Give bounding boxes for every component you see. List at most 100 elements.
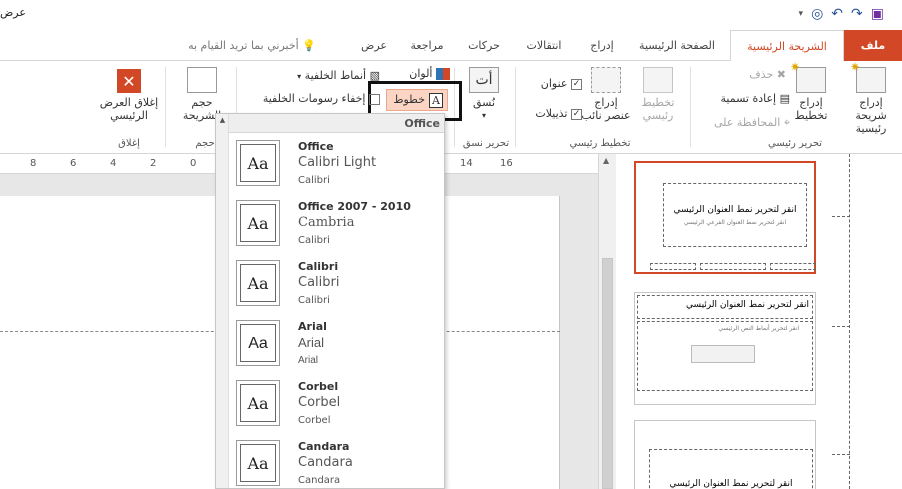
dropdown-scrollbar[interactable]: ▲ — [216, 114, 229, 488]
ruler-label: 14 — [460, 158, 473, 169]
group-label-edit-theme: تحرير نسق — [462, 138, 510, 149]
save-icon[interactable]: ▣ — [871, 5, 884, 23]
font-preview: Aa — [236, 260, 280, 306]
pin-icon: ⌖ — [780, 116, 790, 129]
heading-font: Calibri — [298, 275, 340, 290]
background-styles-label: أنماط الخلفية — [304, 69, 367, 82]
heading-font: Candara — [298, 455, 353, 470]
ruler-label: 8 — [30, 158, 37, 169]
preserve-button[interactable]: ⌖ المحافظة على — [694, 116, 790, 130]
fonts-dropdown[interactable]: ▲ Office Aa Office Calibri Light Calibri… — [215, 113, 445, 489]
tab-insert[interactable]: إدراج — [577, 30, 627, 61]
tab-home[interactable]: الصفحة الرئيسية — [627, 30, 727, 61]
font-set-name: Office 2007 - 2010 — [298, 200, 411, 213]
close-master-view-button[interactable]: ✕ إغلاق العرض الرئيسي — [96, 69, 162, 122]
heading-font: Cambria — [298, 215, 355, 230]
tell-me-text: أخبرني بما تريد القيام به — [188, 39, 299, 52]
body-font: Arial — [298, 355, 319, 366]
thumbnail-layout-2[interactable]: انقر لتحرير نمط العنوان الرئيسي — [634, 420, 816, 489]
font-preview: Aa — [236, 320, 280, 366]
thumbnail-footer-box — [650, 263, 696, 270]
body-font: Calibri — [298, 295, 330, 306]
close-master-view-label: إغلاق العرض الرئيسي — [99, 96, 159, 122]
tab-transitions[interactable]: انتقالات — [511, 30, 577, 61]
title-checkbox[interactable]: ✓ عنوان — [530, 77, 582, 90]
connector-tick — [832, 326, 850, 327]
scrollbar-thumb[interactable] — [602, 258, 613, 489]
body-font: Calibri — [298, 175, 330, 186]
lightbulb-icon: 💡 — [298, 39, 316, 52]
master-layout-button[interactable]: تخطيط رئيسي — [636, 67, 680, 122]
slideshow-icon[interactable]: ◎ — [811, 5, 823, 23]
content-icons — [691, 345, 755, 363]
font-preview-text: Aa — [240, 324, 276, 362]
insert-slide-master-button[interactable]: إدراج شريحة رئيسية — [842, 61, 900, 135]
rename-label: إعادة تسمية — [720, 92, 777, 105]
body-font: Calibri — [298, 235, 330, 246]
heading-font: Arial — [298, 335, 325, 350]
font-preview: Aa — [236, 440, 280, 486]
font-set-name: Calibri — [298, 260, 339, 273]
chevron-down-icon: ▾ — [481, 111, 486, 120]
redo-icon[interactable]: ↷ — [851, 5, 863, 23]
font-option-arial[interactable]: Aa Arial Arial Arial — [236, 320, 441, 380]
themes-label: نُسق — [472, 96, 496, 109]
font-preview: Aa — [236, 380, 280, 426]
themes-button[interactable]: أت نُسق ▾ — [466, 67, 502, 122]
hide-background-graphics-checkbox[interactable]: إخفاء رسومات الخلفية — [246, 92, 380, 105]
thumbnail-footer-box — [770, 263, 816, 270]
connector-line — [849, 154, 850, 489]
footers-checkbox-label: تذييلات — [535, 107, 568, 120]
group-separator — [690, 67, 691, 147]
customize-qat-icon[interactable]: ▾ — [799, 5, 804, 23]
background-styles-button[interactable]: ▧ أنماط الخلفية ▾ — [270, 69, 380, 82]
background-styles-icon: ▧ — [366, 69, 380, 82]
insert-layout-button[interactable]: إدراج تخطيط — [790, 61, 832, 122]
font-set-name: Arial — [298, 320, 327, 333]
footers-checkbox[interactable]: ✓ تذييلات — [522, 107, 582, 120]
tab-animations[interactable]: حركات — [457, 30, 511, 61]
insert-placeholder-button[interactable]: إدراج عنصر نائب — [580, 67, 632, 122]
body-font: Candara — [298, 475, 341, 486]
ruler-label: 4 — [110, 158, 117, 169]
thumbnail-footer-box — [700, 263, 766, 270]
thumbnail-layout-1[interactable]: انقر لتحرير نمط العنوان الرئيسي انقر لتح… — [634, 292, 816, 405]
delete-button[interactable]: ✖ حذف — [740, 68, 786, 81]
slide-size-icon — [187, 67, 217, 93]
font-option-candara[interactable]: Aa Candara Candara Candara — [236, 440, 441, 488]
window-title: عرض — [0, 6, 26, 19]
undo-icon[interactable]: ↶ — [831, 5, 843, 23]
tell-me-box[interactable]: 💡 أخبرني بما تريد القيام به — [157, 30, 347, 61]
slide-master-icon — [850, 61, 886, 93]
quick-access-toolbar: ▣ ↷ ↶ ◎ ▾ — [799, 5, 884, 23]
font-option-calibri[interactable]: Aa Calibri Calibri Calibri — [236, 260, 441, 320]
tab-view[interactable]: عرض — [351, 30, 397, 61]
placeholder-icon — [591, 67, 621, 93]
master-layout-label: تخطيط رئيسي — [641, 96, 675, 122]
scroll-up-icon[interactable]: ▲ — [603, 156, 609, 165]
scroll-up-icon[interactable]: ▲ — [218, 116, 227, 125]
font-option-office-2007[interactable]: Aa Office 2007 - 2010 Cambria Calibri — [236, 200, 441, 260]
tab-slide-master[interactable]: الشريحة الرئيسية — [730, 30, 844, 62]
font-set-name: Corbel — [298, 380, 339, 393]
thumbnail-title-box — [663, 183, 807, 247]
font-option-office[interactable]: Aa Office Calibri Light Calibri — [236, 140, 441, 200]
font-option-corbel[interactable]: Aa Corbel Corbel Corbel — [236, 380, 441, 440]
group-separator — [515, 67, 516, 147]
group-label-close: إغلاق — [118, 138, 140, 149]
thumbnail-title: انقر لتحرير نمط العنوان الرئيسي — [673, 205, 797, 215]
insert-layout-label: إدراج تخطيط — [794, 96, 828, 122]
vertical-scrollbar[interactable]: ▲ — [598, 154, 616, 489]
tab-review[interactable]: مراجعة — [397, 30, 457, 61]
heading-font: Corbel — [298, 395, 341, 410]
heading-font: Calibri Light — [298, 155, 377, 170]
thumbnail-slide-master[interactable]: انقر لتحرير نمط العنوان الرئيسي انقر لتح… — [634, 161, 816, 274]
chevron-down-icon: ▾ — [297, 72, 302, 81]
colors-button[interactable]: ألوان — [398, 67, 450, 80]
checkbox-checked-icon: ✓ — [571, 78, 582, 90]
tab-file[interactable]: ملف — [844, 30, 902, 61]
font-set-name: Office — [298, 140, 334, 153]
ruler-label: 6 — [70, 158, 77, 169]
font-preview: Aa — [236, 140, 280, 186]
rename-button[interactable]: ▤ إعادة تسمية — [700, 92, 790, 105]
